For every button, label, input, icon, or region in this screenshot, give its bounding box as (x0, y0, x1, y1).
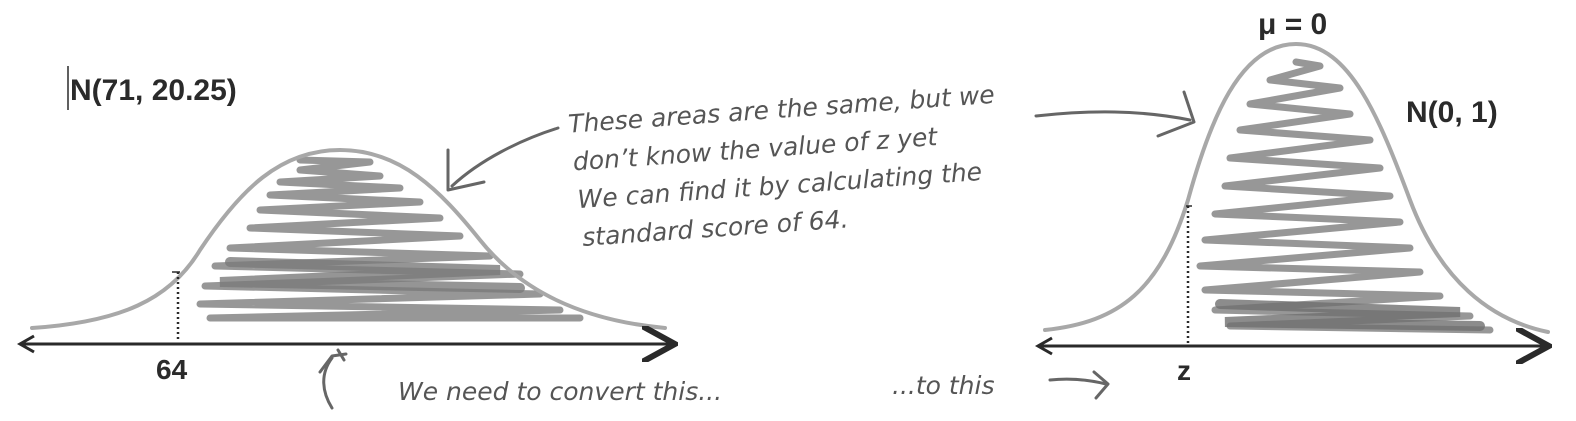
areas-note-line-4: standard score of 64. (581, 204, 849, 252)
normal-distribution-diagram: N(71, 20.25) 64 These areas are the same… (0, 0, 1576, 421)
right-chart-title: N(0, 1) (1406, 96, 1498, 129)
right-mean-label: μ = 0 (1258, 8, 1327, 41)
right-tick-label: z (1177, 355, 1191, 386)
note-to-left-arrow (450, 126, 560, 188)
convert-note: We need to convert this... (398, 377, 722, 406)
note-to-right-arrowhead (1156, 90, 1196, 138)
to-this-note: ...to this (892, 371, 995, 400)
to-this-arrow (1048, 377, 1108, 386)
note-to-right-arrow (1034, 110, 1192, 122)
right-distribution: μ = 0 N(0, 1) z (1034, 8, 1548, 386)
left-shaded-dense (219, 257, 525, 293)
right-shaded-dense (1215, 299, 1485, 331)
areas-annotation: These areas are the same, but we don’t k… (567, 80, 995, 252)
diagram-canvas: N(71, 20.25) 64 These areas are the same… (16, 8, 1576, 410)
to-this-arrowhead (1092, 370, 1110, 400)
left-chart-title: N(71, 20.25) (70, 74, 237, 107)
left-tick-label: 64 (156, 354, 188, 385)
